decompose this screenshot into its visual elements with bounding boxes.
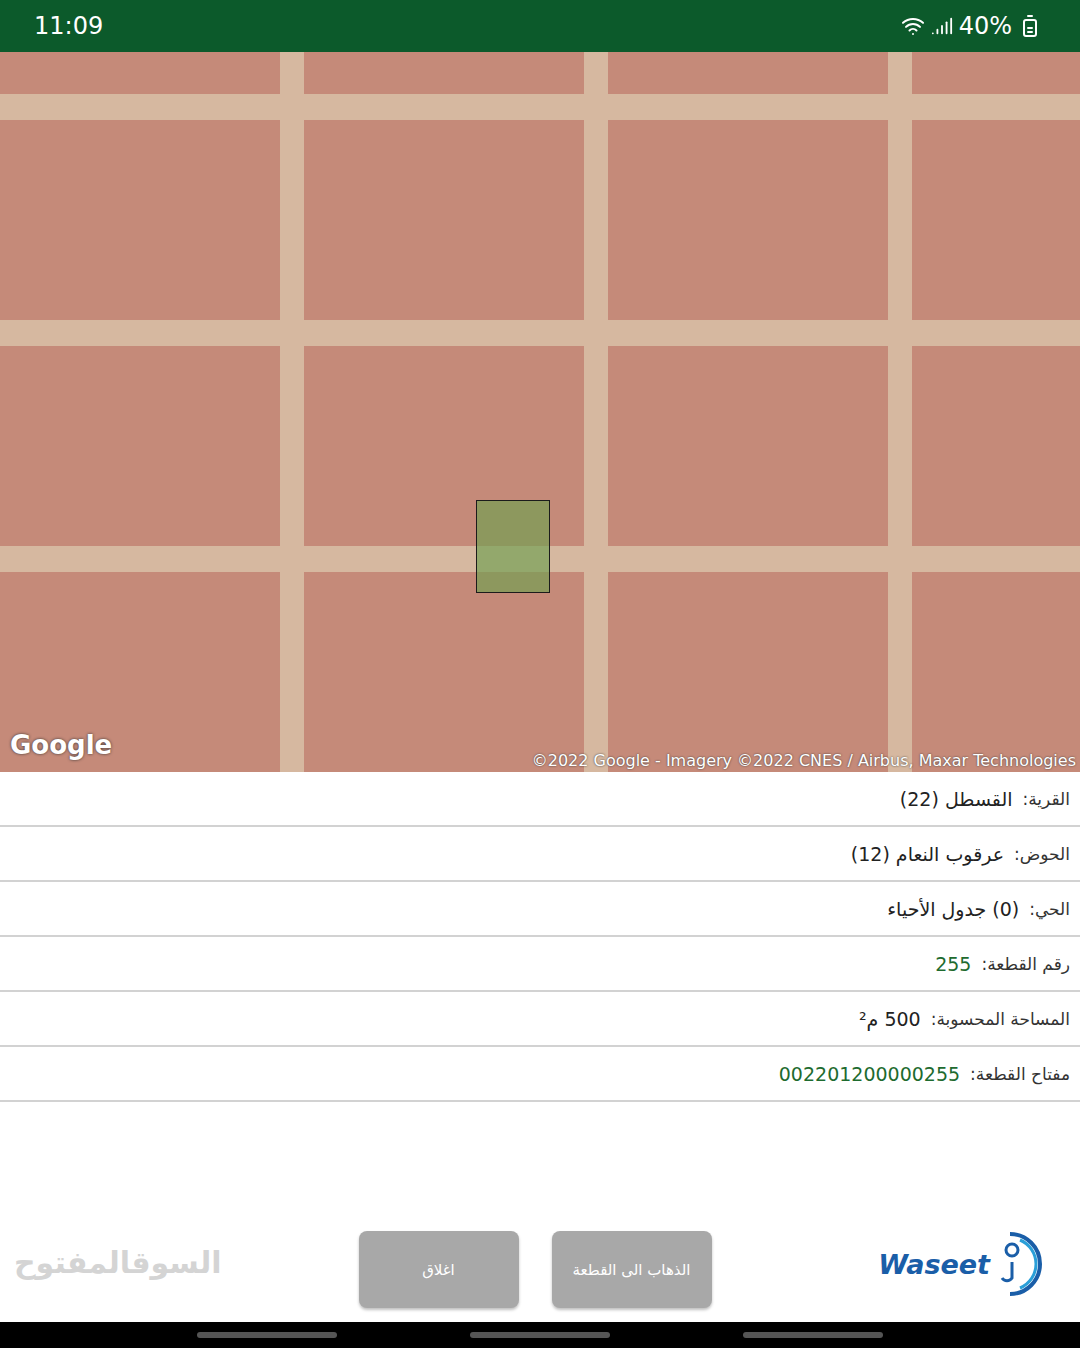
- screen: 11:09 40% Google ©2022 Google - Imagery ©20…: [0, 0, 1080, 1348]
- footer: السوقالمفتوحاغلاق الذهاب الى القطعة Waseet: [0, 1102, 1080, 1322]
- detail-label: الحوض:: [1014, 844, 1070, 864]
- map-attribution: ©2022 Google - Imagery ©2022 CNES / Airb…: [532, 751, 1076, 770]
- detail-label: رقم القطعة:: [981, 954, 1070, 974]
- detail-row: القرية: القسطل (22): [0, 772, 1080, 827]
- wifi-icon: [901, 14, 925, 38]
- satellite-map[interactable]: Google ©2022 Google - Imagery ©2022 CNES …: [0, 52, 1080, 772]
- watermark: السوقالمفتوح: [14, 1245, 359, 1308]
- action-button[interactable]: اغلاق: [359, 1231, 519, 1308]
- status-bar: 11:09 40%: [0, 0, 1080, 52]
- nav-handle[interactable]: [470, 1332, 610, 1338]
- battery-icon: [1018, 14, 1042, 38]
- signal-icon: [931, 15, 953, 37]
- logo-mark-icon: [990, 1226, 1056, 1302]
- detail-row: الحوض: عرقوب النعام (12): [0, 827, 1080, 882]
- detail-value: (0) جدول الأحياء: [887, 898, 1019, 920]
- detail-row: المساحة المحسوبة: 500 م²: [0, 992, 1080, 1047]
- detail-value: القسطل (22): [900, 788, 1013, 810]
- status-time: 11:09: [34, 12, 103, 40]
- detail-value: 500 م²: [859, 1008, 921, 1030]
- detail-value: عرقوب النعام (12): [851, 843, 1004, 865]
- detail-row: رقم القطعة: 255: [0, 937, 1080, 992]
- detail-label: مفتاح القطعة:: [970, 1064, 1070, 1084]
- parcel-outline[interactable]: [476, 500, 550, 593]
- navigation-bar: [0, 1322, 1080, 1348]
- detail-label: المساحة المحسوبة:: [931, 1009, 1070, 1029]
- waseet-logo: Waseet: [878, 1226, 1056, 1308]
- detail-row: الحي: (0) جدول الأحياء: [0, 882, 1080, 937]
- nav-handle[interactable]: [197, 1332, 337, 1338]
- detail-value: 002201200000255: [779, 1063, 960, 1085]
- battery-level: 40%: [959, 12, 1012, 40]
- nav-handle[interactable]: [743, 1332, 883, 1338]
- detail-label: الحي:: [1029, 899, 1070, 919]
- detail-label: القرية:: [1023, 789, 1070, 809]
- map-logo: Google: [10, 730, 112, 760]
- logo-text: Waseet: [878, 1249, 990, 1280]
- action-button[interactable]: الذهاب الى القطعة: [552, 1231, 712, 1308]
- button-row: اغلاق الذهاب الى القطعة: [359, 1231, 712, 1308]
- detail-value: 255: [935, 953, 971, 975]
- detail-row: مفتاح القطعة: 002201200000255: [0, 1047, 1080, 1102]
